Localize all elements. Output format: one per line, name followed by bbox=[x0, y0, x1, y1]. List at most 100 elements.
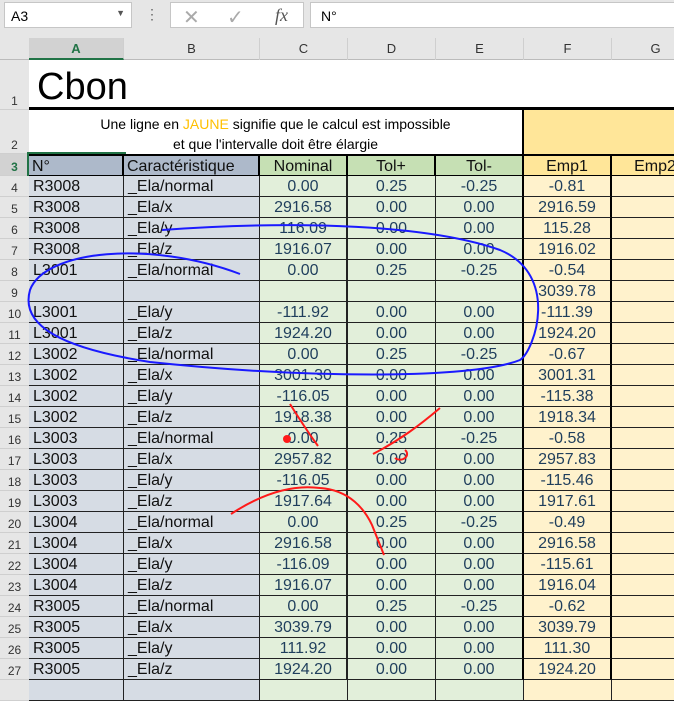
table-cell[interactable]: _Ela/y bbox=[124, 302, 260, 323]
table-cell[interactable]: R3008 bbox=[29, 239, 124, 260]
row-header[interactable]: 15 bbox=[0, 407, 29, 428]
empty-cell[interactable] bbox=[612, 407, 674, 428]
table-cell[interactable]: 0.00 bbox=[436, 449, 524, 470]
table-cell[interactable]: _Ela/y bbox=[124, 218, 260, 239]
table-cell[interactable]: 0.00 bbox=[436, 218, 524, 239]
table-cell[interactable]: 0.25 bbox=[348, 428, 436, 449]
legend-note[interactable]: Une ligne en JAUNE signifie que le calcu… bbox=[29, 110, 524, 154]
row-header[interactable]: 17 bbox=[0, 449, 29, 470]
yellow-cell[interactable] bbox=[524, 110, 674, 154]
table-cell[interactable]: -0.49 bbox=[524, 512, 612, 533]
empty-cell[interactable] bbox=[612, 575, 674, 596]
row-header[interactable]: 10 bbox=[0, 302, 29, 323]
empty-cell[interactable] bbox=[612, 260, 674, 281]
column-header-A[interactable]: A bbox=[29, 38, 124, 60]
table-cell[interactable]: _Ela/y bbox=[124, 470, 260, 491]
table-cell[interactable]: 0.00 bbox=[348, 638, 436, 659]
table-cell[interactable]: 0.00 bbox=[348, 386, 436, 407]
row-header[interactable]: 9 bbox=[0, 281, 29, 302]
row-header[interactable]: 20 bbox=[0, 512, 29, 533]
table-cell[interactable]: -0.58 bbox=[524, 428, 612, 449]
table-cell[interactable]: L3004 bbox=[29, 554, 124, 575]
row-header[interactable]: 2 bbox=[0, 110, 29, 154]
table-cell[interactable] bbox=[260, 281, 348, 302]
empty-cell[interactable] bbox=[612, 365, 674, 386]
table-cell[interactable]: -0.25 bbox=[436, 260, 524, 281]
table-cell[interactable]: _Ela/z bbox=[124, 491, 260, 512]
table-cell[interactable] bbox=[29, 680, 124, 701]
table-cell[interactable]: 2957.82 bbox=[260, 449, 348, 470]
column-header-F[interactable]: F bbox=[524, 38, 612, 60]
table-cell[interactable] bbox=[348, 680, 436, 701]
row-header[interactable]: 25 bbox=[0, 617, 29, 638]
empty-cell[interactable] bbox=[612, 554, 674, 575]
row-header[interactable]: 22 bbox=[0, 554, 29, 575]
table-cell[interactable]: 0.00 bbox=[348, 365, 436, 386]
row-header[interactable]: 27 bbox=[0, 659, 29, 680]
table-cell[interactable]: L3004 bbox=[29, 512, 124, 533]
table-cell[interactable]: 0.00 bbox=[348, 302, 436, 323]
table-cell[interactable]: 0.00 bbox=[348, 554, 436, 575]
table-cell[interactable]: 1918.34 bbox=[524, 407, 612, 428]
row-header[interactable]: 5 bbox=[0, 197, 29, 218]
table-cell[interactable]: _Ela/z bbox=[124, 659, 260, 680]
table-cell[interactable]: 0.00 bbox=[348, 575, 436, 596]
table-cell[interactable]: 0.00 bbox=[260, 260, 348, 281]
table-cell[interactable]: -0.62 bbox=[524, 596, 612, 617]
row-header[interactable]: 24 bbox=[0, 596, 29, 617]
header-cell[interactable]: Tol- bbox=[436, 154, 524, 177]
table-cell[interactable]: 0.00 bbox=[260, 344, 348, 365]
empty-cell[interactable] bbox=[612, 491, 674, 512]
empty-cell[interactable] bbox=[612, 386, 674, 407]
table-cell[interactable]: L3003 bbox=[29, 428, 124, 449]
table-cell[interactable]: 0.00 bbox=[436, 659, 524, 680]
table-cell[interactable] bbox=[436, 680, 524, 701]
cancel-icon[interactable]: ✕ bbox=[183, 5, 200, 30]
table-cell[interactable]: 111.92 bbox=[260, 638, 348, 659]
table-cell[interactable]: 0.00 bbox=[436, 197, 524, 218]
table-cell[interactable]: 0.00 bbox=[436, 554, 524, 575]
table-cell[interactable]: _Ela/normal bbox=[124, 512, 260, 533]
table-cell[interactable]: 0.25 bbox=[348, 596, 436, 617]
table-cell[interactable]: L3004 bbox=[29, 575, 124, 596]
table-cell[interactable]: 3039.78 bbox=[524, 281, 612, 302]
table-cell[interactable]: 0.25 bbox=[348, 344, 436, 365]
table-cell[interactable]: _Ela/normal bbox=[124, 176, 260, 197]
table-cell[interactable]: 0.00 bbox=[436, 323, 524, 344]
table-cell[interactable]: 0.00 bbox=[348, 218, 436, 239]
table-cell[interactable]: 2916.59 bbox=[524, 197, 612, 218]
table-cell[interactable]: 115.28 bbox=[524, 218, 612, 239]
table-cell[interactable]: -0.54 bbox=[524, 260, 612, 281]
table-cell[interactable]: 0.00 bbox=[348, 323, 436, 344]
table-cell[interactable]: L3002 bbox=[29, 344, 124, 365]
table-cell[interactable]: 3001.30 bbox=[260, 365, 348, 386]
table-cell[interactable]: -116.05 bbox=[260, 386, 348, 407]
header-cell[interactable]: N° bbox=[27, 152, 126, 179]
table-cell[interactable]: _Ela/normal bbox=[124, 596, 260, 617]
table-cell[interactable]: 1916.02 bbox=[524, 239, 612, 260]
table-cell[interactable]: 0.00 bbox=[436, 302, 524, 323]
row-header[interactable]: 23 bbox=[0, 575, 29, 596]
row-header[interactable]: 13 bbox=[0, 365, 29, 386]
row-header[interactable]: 26 bbox=[0, 638, 29, 659]
table-cell[interactable]: _Ela/x bbox=[124, 197, 260, 218]
table-cell[interactable]: 0.00 bbox=[348, 533, 436, 554]
table-cell[interactable]: 0.00 bbox=[348, 407, 436, 428]
column-header-C[interactable]: C bbox=[260, 38, 348, 60]
empty-cell[interactable] bbox=[612, 638, 674, 659]
table-cell[interactable]: -115.46 bbox=[524, 470, 612, 491]
empty-cell[interactable] bbox=[612, 302, 674, 323]
table-cell[interactable]: L3003 bbox=[29, 449, 124, 470]
table-cell[interactable]: 0.25 bbox=[348, 176, 436, 197]
empty-cell[interactable] bbox=[612, 218, 674, 239]
row-header[interactable]: 8 bbox=[0, 260, 29, 281]
table-cell[interactable]: -0.67 bbox=[524, 344, 612, 365]
row-header[interactable]: 4 bbox=[0, 176, 29, 197]
table-cell[interactable]: R3005 bbox=[29, 659, 124, 680]
empty-cell[interactable] bbox=[612, 344, 674, 365]
header-cell[interactable]: Emp1 bbox=[524, 154, 612, 177]
table-cell[interactable]: 111.30 bbox=[524, 638, 612, 659]
table-cell[interactable]: 2916.58 bbox=[260, 197, 348, 218]
row-header[interactable]: 19 bbox=[0, 491, 29, 512]
table-cell[interactable]: _Ela/x bbox=[124, 533, 260, 554]
